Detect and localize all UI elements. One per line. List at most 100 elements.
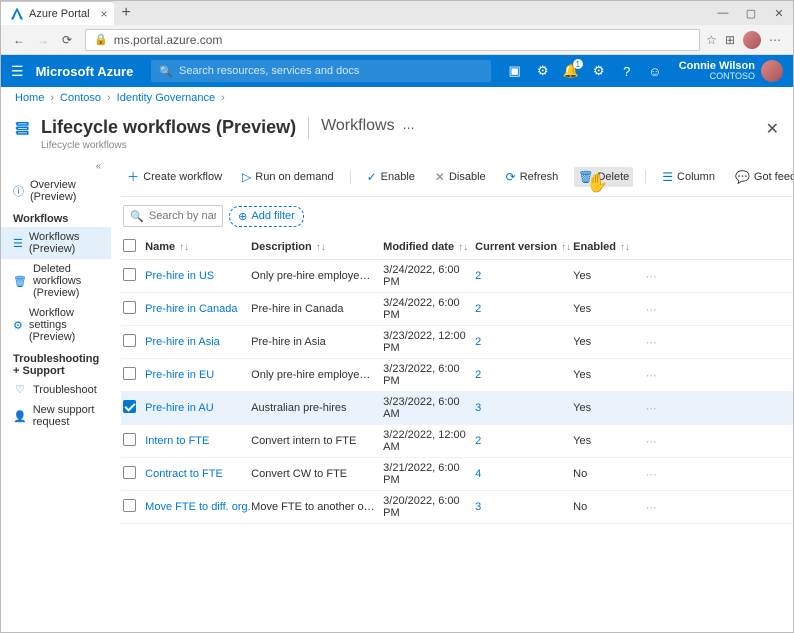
row-more-icon[interactable]: ⋯ xyxy=(635,336,667,349)
refresh-button[interactable]: ⟳ Refresh xyxy=(502,167,563,187)
row-version-link[interactable]: 3 xyxy=(475,402,481,414)
workflow-name-link[interactable]: Pre-hire in Asia xyxy=(145,336,220,348)
delete-button[interactable]: 🗑 Delete ✋ xyxy=(574,167,633,187)
sidebar-collapse-icon[interactable]: « xyxy=(96,161,102,172)
row-more-icon[interactable]: ⋯ xyxy=(635,303,667,316)
browser-tab[interactable]: Azure Portal × xyxy=(1,1,114,25)
nav-back-icon[interactable]: ← xyxy=(7,28,31,52)
hamburger-icon[interactable]: ☰ xyxy=(11,63,24,80)
row-more-icon[interactable]: ⋯ xyxy=(635,369,667,382)
search-by-name[interactable]: 🔍 xyxy=(123,205,223,227)
table-row[interactable]: Pre-hire in EUOnly pre-hire employees in… xyxy=(121,359,793,392)
table-row[interactable]: Intern to FTEConvert intern to FTE3/22/2… xyxy=(121,425,793,458)
row-checkbox[interactable] xyxy=(123,367,136,380)
row-more-icon[interactable]: ⋯ xyxy=(635,402,667,415)
row-version-link[interactable]: 4 xyxy=(475,468,481,480)
workflow-name-link[interactable]: Move FTE to diff. org. xyxy=(145,501,251,513)
row-more-icon[interactable]: ⋯ xyxy=(635,468,667,481)
breadcrumb-identity-governance[interactable]: Identity Governance xyxy=(117,92,215,104)
blade-close-icon[interactable]: ✕ xyxy=(766,119,779,139)
col-enabled[interactable]: Enabled↑↓ xyxy=(573,241,635,253)
table-row[interactable]: Move FTE to diff. org.Move FTE to anothe… xyxy=(121,491,793,524)
workflow-name-link[interactable]: Contract to FTE xyxy=(145,468,223,480)
row-checkbox[interactable] xyxy=(123,334,136,347)
heart-icon: ♡ xyxy=(13,383,27,396)
cloud-shell-icon[interactable]: ▣ xyxy=(501,63,529,79)
table-row[interactable]: Pre-hire in CanadaPre-hire in Canada3/24… xyxy=(121,293,793,326)
collections-icon[interactable]: ⊞ xyxy=(725,33,735,47)
row-checkbox[interactable] xyxy=(123,301,136,314)
global-search-input[interactable] xyxy=(179,65,483,77)
row-checkbox[interactable] xyxy=(123,400,136,413)
table-row[interactable]: Pre-hire in AsiaPre-hire in Asia3/23/202… xyxy=(121,326,793,359)
workflow-name-link[interactable]: Pre-hire in AU xyxy=(145,402,213,414)
row-version-link[interactable]: 3 xyxy=(475,501,481,513)
create-workflow-button[interactable]: ＋ Create workflow xyxy=(123,165,226,188)
row-checkbox[interactable] xyxy=(123,433,136,446)
directory-icon[interactable]: ⚙ xyxy=(529,63,557,79)
row-version-link[interactable]: 2 xyxy=(475,435,481,447)
breadcrumb-contoso[interactable]: Contoso xyxy=(60,92,101,104)
window-maximize-icon[interactable]: ▢ xyxy=(737,1,765,25)
sidebar-support[interactable]: 👤 New support request xyxy=(1,400,111,432)
browser-more-icon[interactable]: ⋯ xyxy=(769,33,781,47)
sidebar-troubleshoot[interactable]: ♡ Troubleshoot xyxy=(1,379,111,400)
row-checkbox[interactable] xyxy=(123,499,136,512)
sidebar-settings[interactable]: ⚙ Workflow settings (Preview) xyxy=(1,303,111,347)
feedback-icon[interactable]: ☺ xyxy=(641,64,669,79)
table-row[interactable]: Contract to FTEConvert CW to FTE3/21/202… xyxy=(121,458,793,491)
column-button[interactable]: ☰ Column xyxy=(658,167,719,187)
row-modified: 3/20/2022, 6:00 PM xyxy=(383,495,475,519)
row-more-icon[interactable]: ⋯ xyxy=(635,435,667,448)
run-on-demand-button[interactable]: ▷ Run on demand xyxy=(238,167,338,187)
settings-icon[interactable]: ⚙ xyxy=(585,63,613,79)
workflow-name-link[interactable]: Pre-hire in Canada xyxy=(145,303,237,315)
col-modified[interactable]: Modified date↑↓ xyxy=(383,241,475,253)
row-checkbox[interactable] xyxy=(123,466,136,479)
col-description[interactable]: Description↑↓ xyxy=(251,241,383,253)
browser-profile-avatar[interactable] xyxy=(743,31,761,49)
disable-button[interactable]: ✕ Disable xyxy=(431,167,490,187)
select-all-checkbox[interactable] xyxy=(123,239,136,252)
filter-icon: ⊕ xyxy=(238,210,247,223)
breadcrumb-home[interactable]: Home xyxy=(15,92,44,104)
row-more-icon[interactable]: ⋯ xyxy=(635,501,667,514)
help-icon[interactable]: ? xyxy=(613,64,641,79)
sidebar-deleted[interactable]: 🗑 Deleted workflows (Preview) xyxy=(1,259,111,303)
enable-button[interactable]: ✓ Enable xyxy=(363,167,419,187)
global-search[interactable]: 🔍 xyxy=(151,60,491,82)
notifications-icon[interactable]: 🔔1 xyxy=(557,63,585,79)
azure-logo-icon xyxy=(11,8,23,20)
row-description: Only pre-hire employees in the USA xyxy=(251,270,383,282)
sidebar-workflows[interactable]: ☰ Workflows (Preview) xyxy=(1,227,111,259)
row-version-link[interactable]: 2 xyxy=(475,369,481,381)
tab-close-icon[interactable]: × xyxy=(101,7,108,21)
sidebar: « ⓘ Overview (Preview) Workflows ☰ Workf… xyxy=(1,157,111,632)
blade-more-icon[interactable]: ⋯ xyxy=(403,121,415,135)
row-checkbox[interactable] xyxy=(123,268,136,281)
col-version[interactable]: Current version↑↓ xyxy=(475,241,573,253)
table-row[interactable]: Pre-hire in US Only pre-hire employees in… xyxy=(121,260,793,293)
feedback-button[interactable]: 💬 Got feedback? xyxy=(731,167,793,187)
sidebar-overview[interactable]: ⓘ Overview (Preview) xyxy=(1,175,111,207)
row-version-link[interactable]: 2 xyxy=(475,336,481,348)
play-icon: ▷ xyxy=(242,170,251,184)
url-input[interactable]: 🔒 ms.portal.azure.com xyxy=(85,29,700,51)
search-input[interactable] xyxy=(149,210,216,222)
window-minimize-icon[interactable]: — xyxy=(709,1,737,25)
favorite-icon[interactable]: ☆ xyxy=(706,33,717,47)
user-avatar xyxy=(761,60,783,82)
user-menu[interactable]: Connie Wilson CONTOSO xyxy=(669,60,783,82)
add-filter-button[interactable]: ⊕ Add filter xyxy=(229,206,304,227)
row-more-icon[interactable]: ⋯ xyxy=(635,270,667,283)
new-tab-button[interactable]: + xyxy=(114,4,139,22)
workflow-name-link[interactable]: Pre-hire in EU xyxy=(145,369,214,381)
workflow-name-link[interactable]: Intern to FTE xyxy=(145,435,209,447)
workflow-name-link[interactable]: Pre-hire in US xyxy=(145,270,214,282)
window-close-icon[interactable]: ✕ xyxy=(765,1,793,25)
table-row[interactable]: Pre-hire in AUAustralian pre-hires3/23/2… xyxy=(121,392,793,425)
nav-refresh-icon[interactable]: ⟳ xyxy=(55,28,79,52)
row-version-link[interactable]: 2 xyxy=(475,303,481,315)
col-name[interactable]: Name↑↓ xyxy=(145,241,251,253)
row-version-link[interactable]: 2 xyxy=(475,270,481,282)
